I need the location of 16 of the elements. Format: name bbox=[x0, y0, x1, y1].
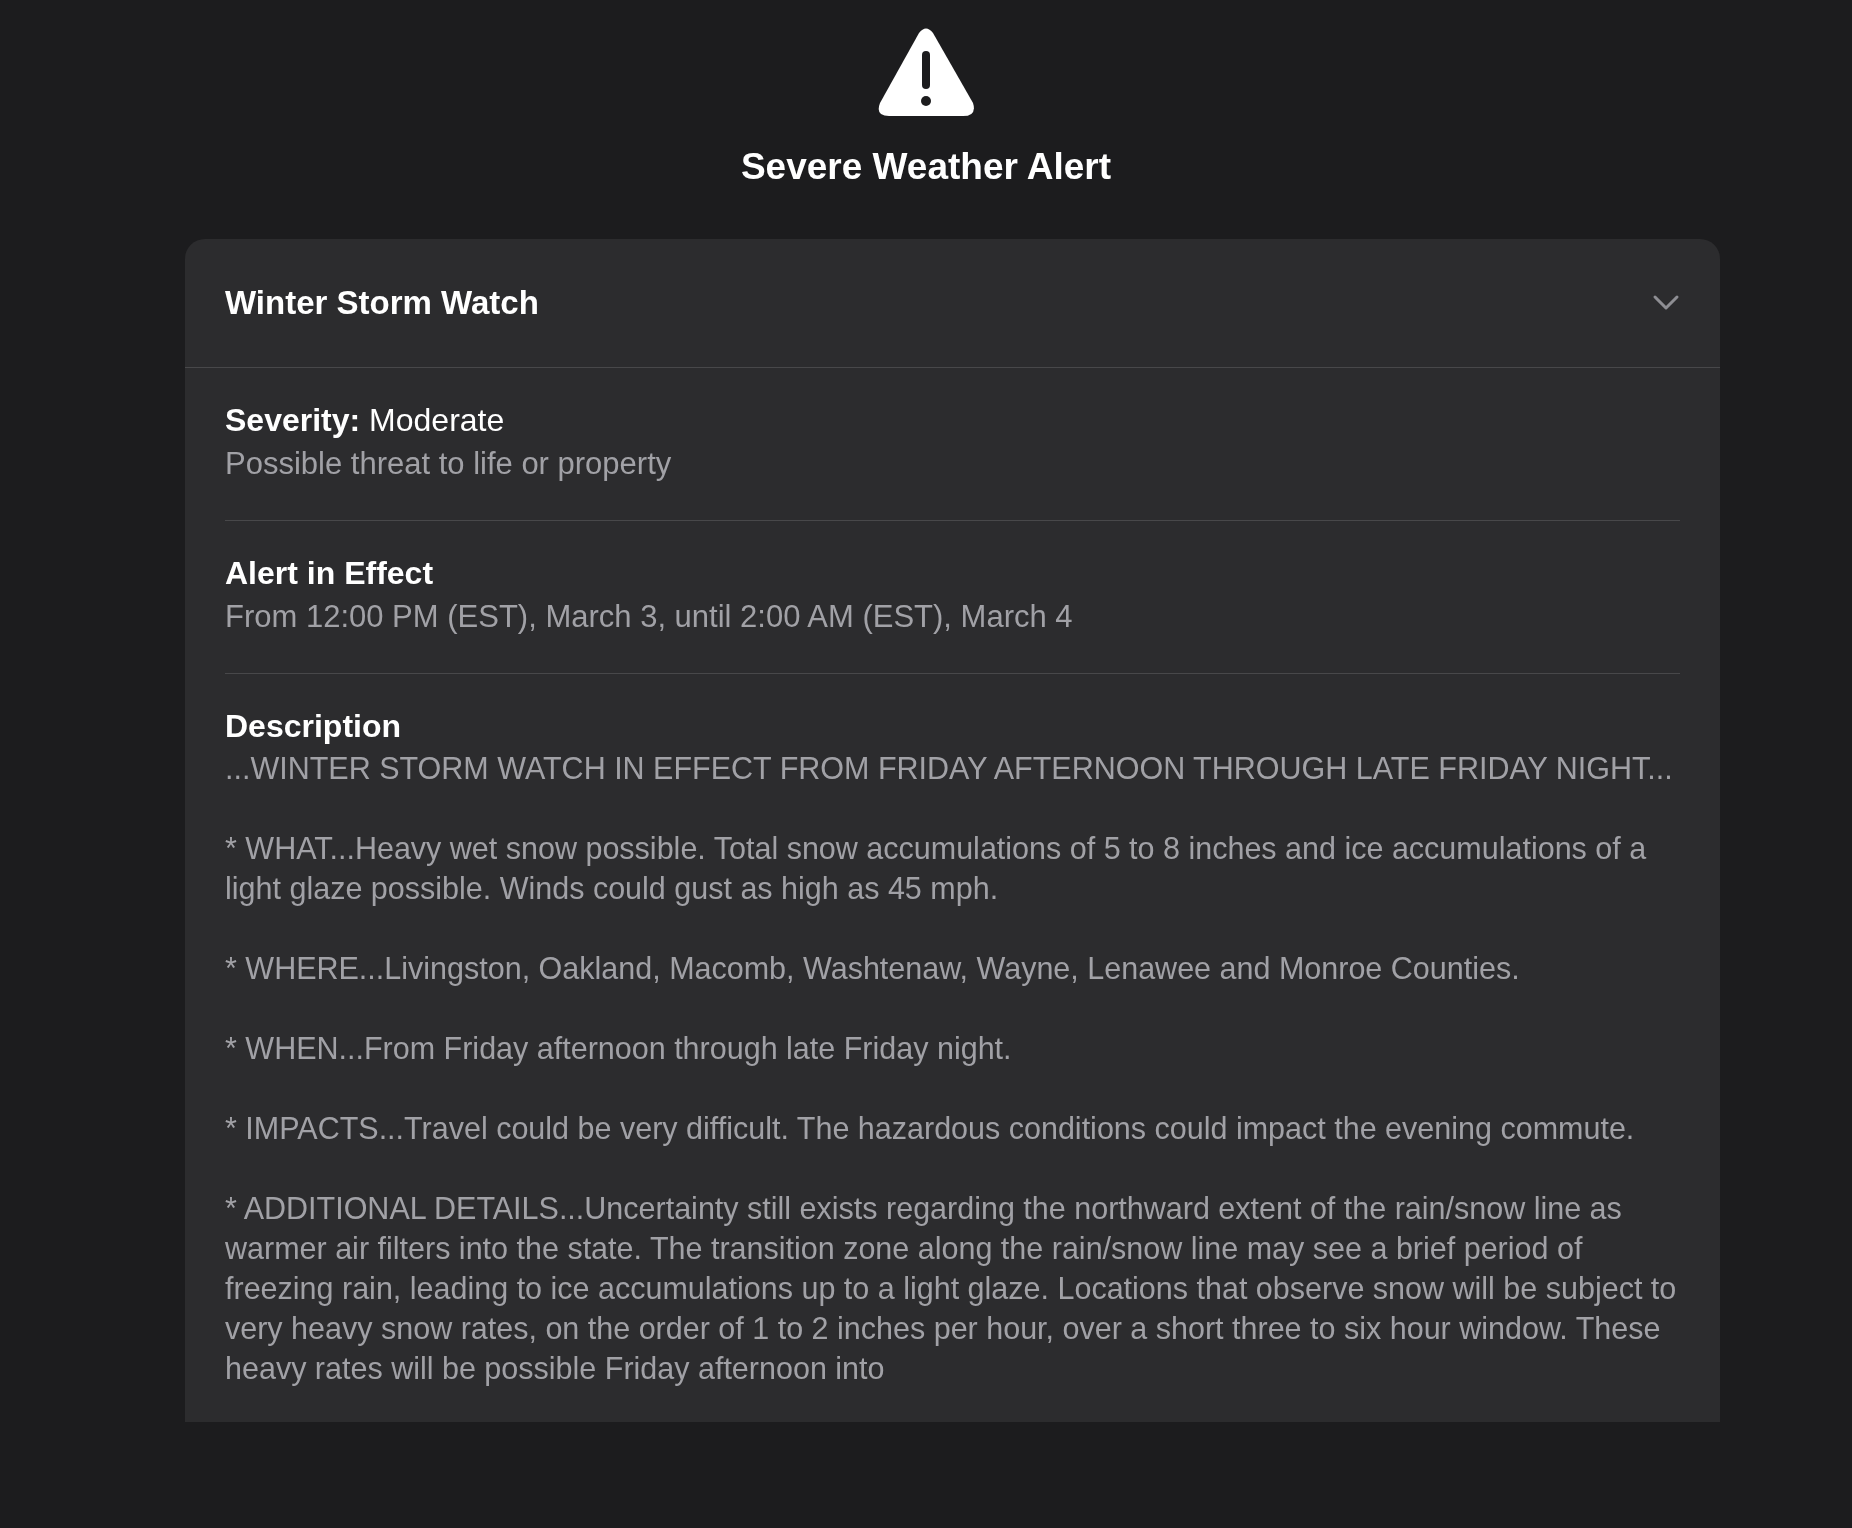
alert-header[interactable]: Winter Storm Watch bbox=[185, 239, 1720, 368]
section-heading: Alert in Effect bbox=[225, 554, 435, 593]
section-heading: Description bbox=[225, 707, 403, 746]
description-paragraph: * WHERE...Livingston, Oakland, Macomb, Washtenaw, Wayne, Lenawee and Monroe Counties. bbox=[225, 950, 1521, 988]
severity-note: Possible threat to life or property bbox=[225, 445, 673, 483]
warning-icon bbox=[877, 27, 975, 119]
description-paragraph: * IMPACTS...Travel could be very difficult. The hazardous conditions could impact the evening commute. bbox=[225, 1110, 1636, 1148]
description-paragraph: ...WINTER STORM WATCH IN EFFECT FROM FRIDAY AFTERNOON THROUGH LATE FRIDAY NIGHT... bbox=[225, 750, 1674, 787]
alert-title: Severe Weather Alert bbox=[740, 145, 1112, 189]
description-paragraph: * WHAT...Heavy wet snow possible. Total snow accumulations of 5 to 8 inches and ice accumulations of a light glaze possible. Winds could gust as high as 45 mph. bbox=[225, 830, 1648, 908]
chevron-down-icon[interactable] bbox=[1652, 294, 1680, 312]
severity-label: Severity: Moderate bbox=[225, 401, 506, 440]
description-paragraph: * WHEN...From Friday afternoon through late Friday night. bbox=[225, 1030, 1013, 1068]
effect-period: From 12:00 PM (EST), March 3, until 2:00 AM (EST), March 4 bbox=[225, 598, 1074, 636]
description-paragraph: * ADDITIONAL DETAILS...Uncertainty still exists regarding the northward extent of the rain/snow line as warmer air filters into the state. The transition zone along the rain/snow line may see a brief period of freezing rain, leading to ice accumulations up to a light glaze. Locations that observe snow will be subject to very heavy snow rates, on the order of 1 to 2 inches per hour, over a short three to six hour window. These heavy rates will be possible Friday afternoon into bbox=[225, 1190, 1678, 1388]
alert-name: Winter Storm Watch bbox=[225, 284, 539, 322]
